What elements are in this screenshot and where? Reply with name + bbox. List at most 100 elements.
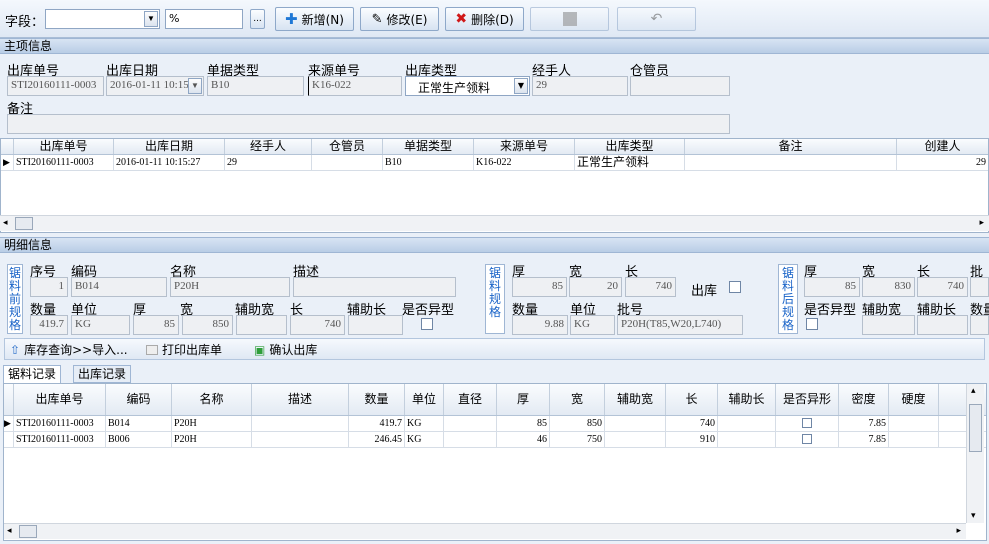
before-spec-label: 锯料前规格: [7, 264, 23, 334]
detail-grid-vscrollbar[interactable]: ▴ ▾: [966, 384, 984, 523]
irregular-checkbox[interactable]: [421, 318, 433, 330]
cell: [718, 416, 776, 431]
thick-field[interactable]: 85: [133, 315, 179, 335]
col-header[interactable]: 辅助宽: [605, 384, 666, 415]
chevron-down-icon[interactable]: ▼: [514, 78, 528, 94]
table-row[interactable]: STI20160111-0003 B006 P20H 246.45 KG 46 …: [4, 432, 986, 448]
scroll-thumb[interactable]: [969, 404, 982, 452]
outdate-field[interactable]: 2016-01-11 10:15:2 ▼: [106, 76, 204, 96]
chevron-down-icon[interactable]: ▼: [188, 78, 202, 94]
outtype-select[interactable]: 正常生产领料 ▼: [405, 76, 530, 96]
col-header[interactable]: 宽: [550, 384, 605, 415]
delete-x-icon: ✖: [455, 11, 468, 27]
length-field[interactable]: 740: [290, 315, 345, 335]
col-header[interactable]: 经手人: [225, 139, 312, 154]
col-header[interactable]: 来源单号: [474, 139, 575, 154]
match-input[interactable]: %: [165, 9, 243, 29]
delete-button[interactable]: ✖ 删除(D): [445, 7, 524, 31]
col-header[interactable]: 厚: [497, 384, 550, 415]
out-label: 出库: [691, 284, 718, 299]
scroll-thumb[interactable]: [15, 217, 33, 230]
print-button[interactable]: 打印出库单: [146, 341, 222, 358]
col-header[interactable]: 备注: [685, 139, 897, 154]
a-thick-field[interactable]: 85: [804, 277, 860, 297]
inventory-query-button[interactable]: ⇧ 库存查询>>导入...: [10, 341, 128, 358]
irregular-cell[interactable]: [776, 432, 839, 447]
col-header[interactable]: 密度: [839, 384, 889, 415]
desc-field[interactable]: [293, 277, 456, 297]
col-header[interactable]: 单位: [405, 384, 444, 415]
row-checkbox[interactable]: [802, 418, 812, 428]
field-select[interactable]: ▼: [45, 9, 160, 29]
col-header[interactable]: 长: [666, 384, 718, 415]
s-width-field[interactable]: 20: [569, 277, 622, 297]
qty-field[interactable]: 419.7: [30, 315, 68, 335]
srcno-field[interactable]: K16-022: [308, 76, 402, 96]
tab-cut-record[interactable]: 锯料记录: [3, 365, 62, 384]
irregular-cell[interactable]: [776, 416, 839, 431]
s-length-field[interactable]: 740: [625, 277, 676, 297]
col-header[interactable]: 出库单号: [14, 384, 106, 415]
add-button[interactable]: ✚ 新增(N): [275, 7, 354, 31]
scroll-down-icon[interactable]: ▾: [971, 511, 976, 521]
col-header[interactable]: 名称: [172, 384, 252, 415]
col-header[interactable]: 辅助长: [718, 384, 776, 415]
scroll-left-icon[interactable]: ◂: [3, 218, 8, 228]
main-grid-hscrollbar[interactable]: ◂ ▸: [0, 215, 989, 231]
col-header[interactable]: 创建人: [897, 139, 988, 154]
col-header[interactable]: 是否异形: [776, 384, 839, 415]
ellipsis-button[interactable]: ...: [250, 9, 265, 29]
width-field[interactable]: 850: [182, 315, 233, 335]
edit-button[interactable]: ✎ 修改(E): [360, 7, 439, 31]
detail-grid-hscrollbar[interactable]: ◂ ▸: [4, 523, 966, 539]
col-header[interactable]: 出库类型: [575, 139, 685, 154]
table-row[interactable]: ▶ STI20160111-0003 B014 P20H 419.7 KG 85…: [4, 416, 986, 432]
col-header[interactable]: 硬度: [889, 384, 939, 415]
col-header[interactable]: 仓管员: [312, 139, 383, 154]
col-header[interactable]: 出库单号: [14, 139, 114, 154]
s-unit-field[interactable]: KG: [570, 315, 615, 335]
name-field[interactable]: P20H: [170, 277, 290, 297]
a-irregular-checkbox[interactable]: [806, 318, 818, 330]
seq-field[interactable]: 1: [30, 277, 68, 297]
doctype-field[interactable]: B10: [207, 76, 304, 96]
a-length-field[interactable]: 740: [917, 277, 968, 297]
code-field[interactable]: B014: [71, 277, 167, 297]
keeper-field[interactable]: [630, 76, 730, 96]
row-checkbox[interactable]: [802, 434, 812, 444]
scroll-up-icon[interactable]: ▴: [971, 386, 976, 396]
a-batch-field[interactable]: [970, 277, 989, 297]
outno-field[interactable]: STI20160111-0003: [7, 76, 104, 96]
s-qty-field[interactable]: 9.88: [512, 315, 568, 335]
batch-field[interactable]: P20H(T85,W20,L740): [617, 315, 743, 335]
col-header[interactable]: 单据类型: [383, 139, 474, 154]
a-width-field[interactable]: 830: [862, 277, 915, 297]
auxlength-field[interactable]: [348, 315, 403, 335]
tab-out-record[interactable]: 出库记录: [73, 365, 132, 383]
out-checkbox[interactable]: [729, 281, 741, 293]
main-grid-header: 出库单号 出库日期 经手人 仓管员 单据类型 来源单号 出库类型 备注 创建人: [1, 139, 988, 155]
col-header[interactable]: 出库日期: [114, 139, 225, 154]
col-header[interactable]: 直径: [444, 384, 497, 415]
a-auxwidth-field[interactable]: [862, 315, 915, 335]
auxwidth-field[interactable]: [236, 315, 287, 335]
table-row[interactable]: ▶ STI20160111-0003 2016-01-11 10:15:27 2…: [1, 155, 988, 171]
confirm-out-button[interactable]: ▣ 确认出库: [254, 341, 317, 358]
handler-field[interactable]: 29: [532, 76, 628, 96]
cell: [312, 155, 383, 170]
s-thick-field[interactable]: 85: [512, 277, 567, 297]
col-header[interactable]: 数量: [349, 384, 405, 415]
undo-button[interactable]: ↶: [617, 7, 696, 31]
a-auxlength-field[interactable]: [917, 315, 968, 335]
remark-field[interactable]: [7, 114, 730, 134]
scroll-right-icon[interactable]: ▸: [979, 218, 984, 228]
a-qty-field[interactable]: [970, 315, 989, 335]
col-header[interactable]: 描述: [252, 384, 349, 415]
unit-field[interactable]: KG: [71, 315, 130, 335]
save-button[interactable]: [530, 7, 609, 31]
scroll-right-icon[interactable]: ▸: [956, 526, 961, 536]
scroll-left-icon[interactable]: ◂: [7, 526, 12, 536]
chevron-down-icon[interactable]: ▼: [144, 11, 158, 27]
scroll-thumb[interactable]: [19, 525, 37, 538]
col-header[interactable]: 编码: [106, 384, 172, 415]
